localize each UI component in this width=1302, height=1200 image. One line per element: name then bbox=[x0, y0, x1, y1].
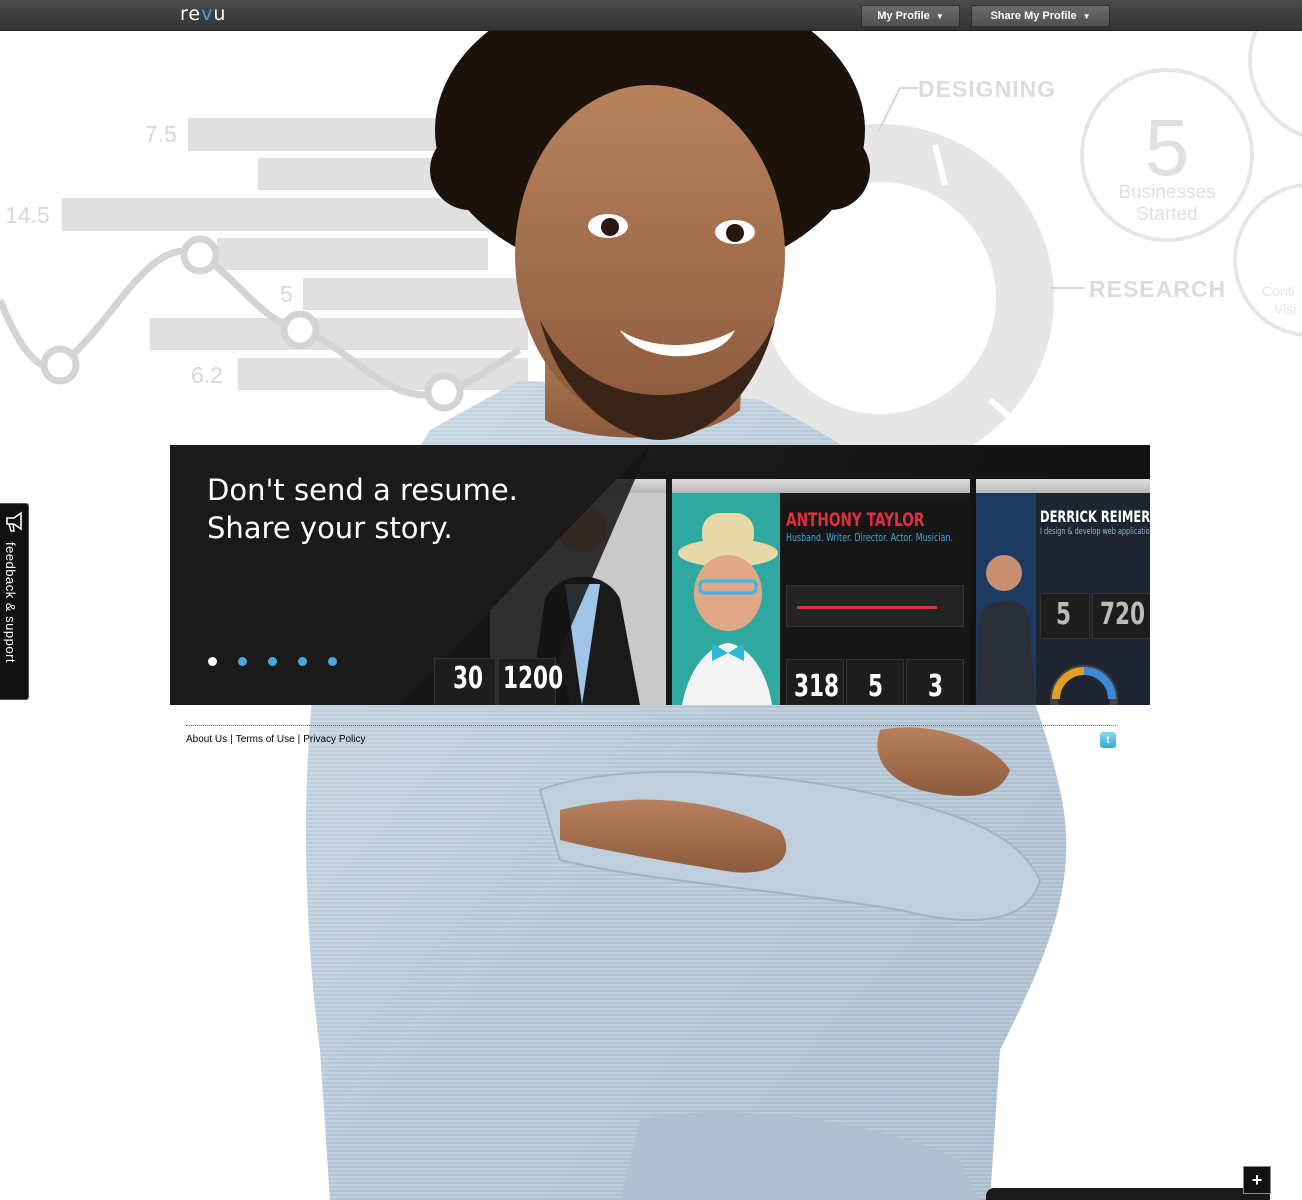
carousel-pagination bbox=[208, 657, 337, 666]
profile-photo-2 bbox=[672, 493, 780, 705]
bg-cut-caption: Conti bbox=[1262, 283, 1295, 299]
stat-value: 3 bbox=[928, 669, 944, 704]
profile-screenshot-3: DERRICK REIMER I design & develop web ap… bbox=[976, 479, 1150, 705]
bg-donut-label: DESIGNING bbox=[918, 76, 1056, 102]
profile-screenshot-2: ANTHONY TAYLOR Husband. Writer. Director… bbox=[672, 479, 970, 705]
chevron-down-icon: ▼ bbox=[1082, 11, 1091, 21]
logo-text-accent: v bbox=[201, 3, 214, 25]
chevron-down-icon: ▼ bbox=[935, 11, 944, 21]
privacy-policy-link[interactable]: Privacy Policy bbox=[303, 734, 365, 745]
lower-arm bbox=[620, 1112, 980, 1200]
profile-tagline: Husband. Writer. Director. Actor. Musici… bbox=[786, 531, 953, 544]
plus-icon: + bbox=[1251, 1170, 1263, 1190]
terms-of-use-link[interactable]: Terms of Use bbox=[236, 734, 295, 745]
bg-trend-point bbox=[180, 235, 220, 275]
crossed-arm bbox=[538, 770, 1042, 921]
top-navigation-bar: revu My Profile ▼ Share My Profile ▼ bbox=[0, 0, 1302, 31]
my-profile-label: My Profile bbox=[877, 10, 930, 22]
timeline-bar bbox=[797, 606, 937, 609]
share-my-profile-button[interactable]: Share My Profile ▼ bbox=[971, 5, 1110, 27]
chat-widget-bar[interactable] bbox=[986, 1188, 1270, 1200]
feedback-support-tab[interactable]: feedback & support bbox=[0, 503, 29, 700]
logo-text-start: re bbox=[180, 3, 202, 25]
bg-bar bbox=[62, 198, 488, 231]
footer-separator: | bbox=[297, 734, 301, 745]
bg-bar bbox=[258, 158, 488, 190]
carousel-dot-2[interactable] bbox=[238, 657, 247, 666]
stat-value: 5 bbox=[1056, 597, 1072, 632]
bg-bar-label: 14.5 bbox=[5, 202, 50, 228]
footer-divider bbox=[186, 725, 1116, 726]
footer-separator: | bbox=[230, 734, 233, 745]
bg-stat-circle-cut bbox=[1248, 30, 1302, 138]
bg-cut-caption: Visi bbox=[1274, 301, 1296, 317]
donut-chart-thumbnail bbox=[1050, 665, 1118, 705]
hero-banner-carousel[interactable]: 30 1200 ANTHONY TAYLOR Husband. Writer. … bbox=[170, 445, 1150, 705]
my-profile-button[interactable]: My Profile ▼ bbox=[861, 5, 960, 27]
feedback-label: feedback & support bbox=[3, 542, 18, 664]
stat-value: 30 bbox=[453, 661, 484, 696]
footer-links: About Us | Terms of Use | Privacy Policy bbox=[186, 734, 366, 745]
twitter-glyph: t bbox=[1106, 734, 1110, 746]
bg-bar bbox=[150, 318, 528, 350]
bg-donut-label: RESEARCH bbox=[1089, 276, 1226, 302]
carousel-dot-3[interactable] bbox=[268, 657, 277, 666]
profile-name: ANTHONY TAYLOR bbox=[786, 509, 925, 531]
twitter-icon[interactable]: t bbox=[1100, 732, 1116, 748]
carousel-dot-1[interactable] bbox=[208, 657, 217, 666]
stat-value: 1200 bbox=[503, 661, 564, 696]
megaphone-icon bbox=[6, 511, 22, 532]
hand bbox=[560, 799, 787, 873]
tagline-line-1: Don't send a resume. bbox=[207, 473, 518, 507]
banner-tagline: Don't send a resume. Share your story. bbox=[207, 471, 518, 547]
bg-bar-label: 7.5 bbox=[145, 121, 177, 147]
browser-chrome bbox=[976, 479, 1150, 493]
bg-trend-point bbox=[40, 345, 80, 385]
timeline-chart bbox=[786, 585, 964, 627]
revu-logo[interactable]: revu bbox=[180, 3, 226, 25]
bg-bar bbox=[303, 278, 523, 310]
bg-trend-point bbox=[280, 310, 320, 350]
profile-photo-3 bbox=[976, 493, 1036, 705]
bg-stat-caption: Businesses bbox=[1118, 182, 1215, 203]
bg-stat-number: 5 bbox=[1145, 103, 1190, 192]
stat-value: 5 bbox=[868, 669, 884, 704]
carousel-dot-5[interactable] bbox=[328, 657, 337, 666]
bg-bar bbox=[217, 238, 488, 270]
bg-bar-label: 5 bbox=[280, 281, 293, 307]
bg-donut-chart bbox=[706, 124, 1054, 450]
bg-bar bbox=[188, 118, 488, 151]
carousel-dot-4[interactable] bbox=[298, 657, 307, 666]
bg-stat-caption: Started bbox=[1136, 204, 1197, 225]
stat-value: 318 bbox=[794, 669, 840, 704]
background-infographic: 7.5 14.5 5 6.2 DESIGNING RESEARCH 5 Busi… bbox=[0, 30, 1302, 450]
browser-chrome bbox=[672, 479, 970, 493]
stat-value: 720 bbox=[1100, 597, 1146, 632]
tagline-line-2: Share your story. bbox=[207, 511, 453, 545]
about-us-link[interactable]: About Us bbox=[186, 734, 227, 745]
profile-name: DERRICK REIMER bbox=[1040, 507, 1150, 526]
bg-trend-point bbox=[424, 372, 464, 412]
profile-tagline: I design & develop web applications. bbox=[1040, 527, 1150, 537]
expand-widget-button[interactable]: + bbox=[1243, 1166, 1271, 1194]
hand bbox=[877, 727, 1010, 796]
bg-bar-label: 6.2 bbox=[191, 362, 223, 388]
logo-text-end: u bbox=[213, 3, 227, 25]
share-my-profile-label: Share My Profile bbox=[990, 10, 1077, 22]
